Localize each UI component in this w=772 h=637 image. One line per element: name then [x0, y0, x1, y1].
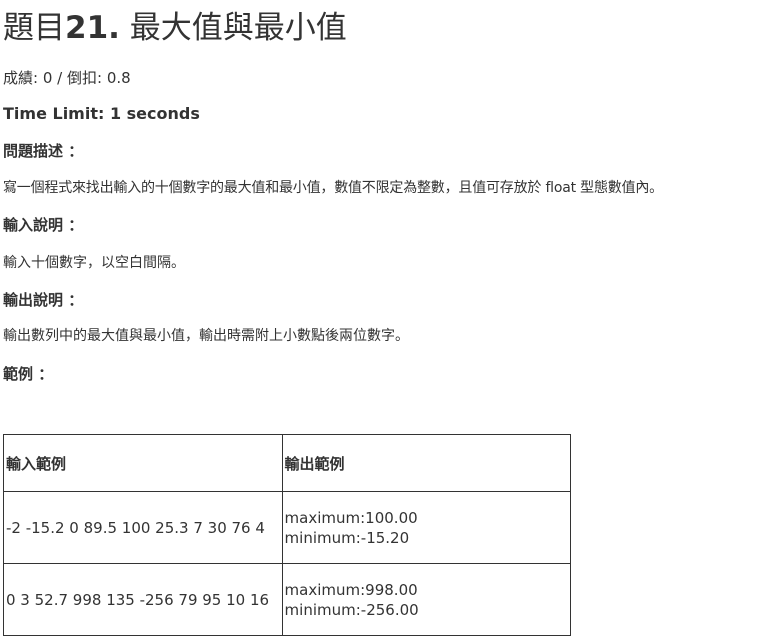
score-line: 成績: 0 / 倒扣: 0.8	[3, 68, 131, 88]
sample-output-1: maximum:100.00 minimum:-15.20	[281, 491, 572, 564]
sample-input-2: 0 3 52.7 998 135 -256 79 95 10 16	[3, 563, 283, 636]
description-text: 寫一個程式來找出輸入的十個數字的最大值和最小值，數值不限定為整數，且值可存放於 …	[3, 180, 663, 196]
title-number: 21.	[65, 10, 120, 46]
score-separator: /	[57, 69, 63, 87]
time-limit: Time Limit: 1 seconds	[3, 104, 200, 123]
sample-output-2: maximum:998.00 minimum:-256.00	[281, 563, 572, 636]
sample-output-2-max: maximum:998.00	[284, 580, 418, 599]
table-row: -2 -15.2 0 89.5 100 25.3 7 30 76 4 maxim…	[3, 491, 572, 564]
title-prefix: 題目	[3, 10, 65, 46]
sample-output-2-min: minimum:-256.00	[284, 600, 419, 619]
table-header-row: 輸入範例 輸出範例	[3, 434, 572, 492]
examples-table: 輸入範例 輸出範例 -2 -15.2 0 89.5 100 25.3 7 30 …	[3, 434, 572, 636]
score-value: 0	[42, 69, 53, 87]
score-label: 成績:	[3, 69, 39, 87]
example-heading: 範例 ：	[3, 365, 54, 383]
title-name: 最大值與最小值	[129, 10, 347, 46]
penalty-value: 0.8	[106, 69, 131, 87]
input-description: 輸入十個數字，以空白間隔。	[3, 255, 185, 271]
description-heading: 問題描述 ：	[3, 142, 84, 160]
header-output-example: 輸出範例	[281, 434, 572, 492]
input-heading: 輸入說明 ：	[3, 216, 84, 234]
header-input-example: 輸入範例	[3, 434, 283, 492]
sample-input-1: -2 -15.2 0 89.5 100 25.3 7 30 76 4	[3, 491, 283, 564]
penalty-label: 倒扣:	[67, 69, 103, 87]
table-row: 0 3 52.7 998 135 -256 79 95 10 16 maximu…	[3, 563, 572, 636]
output-description: 輸出數列中的最大值與最小值，輸出時需附上小數點後兩位數字。	[3, 328, 409, 344]
sample-output-1-min: minimum:-15.20	[284, 528, 410, 547]
output-heading: 輸出說明 ：	[3, 291, 84, 309]
page-title: 題目21. 最大值與最小值	[3, 6, 347, 50]
sample-output-1-max: maximum:100.00	[284, 508, 418, 527]
